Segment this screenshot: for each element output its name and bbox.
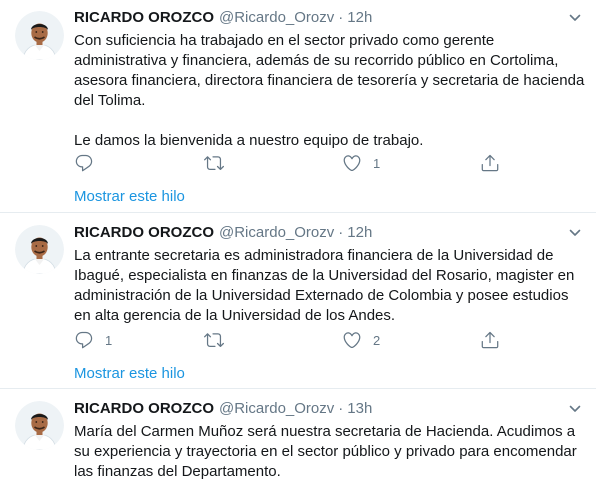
tweet-header: RICARDO OROZCO @Ricardo_Orozv · 13h (74, 399, 372, 419)
author-name[interactable]: RICARDO OROZCO (74, 8, 214, 28)
tweet-header: RICARDO OROZCO @Ricardo_Orozv · 12h (74, 223, 372, 243)
retweet-button[interactable] (204, 153, 235, 173)
tweet-text-line: del Tolima. (74, 92, 146, 109)
tweet-text: La entrante secretaria es administradora… (74, 246, 586, 326)
tweet-text-line: las finanzas del Departamento. (74, 463, 281, 480)
tweet-header: RICARDO OROZCO @Ricardo_Orozv · 12h (74, 8, 372, 28)
tweet-text-line: en alta gerencia de la Universidad de lo… (74, 307, 396, 324)
tweet[interactable]: RICARDO OROZCO @Ricardo_Orozv · 12h Con … (0, 0, 596, 212)
share-button[interactable] (480, 153, 500, 173)
chevron-down-icon[interactable] (568, 402, 582, 416)
like-count: 2 (373, 332, 381, 348)
timestamp[interactable]: 13h (347, 399, 372, 419)
tweet-text-line: su experiencia y trayectoria en el secto… (74, 443, 577, 460)
tweet-text-line: asesora financiera, directora financiera… (74, 72, 585, 89)
tweet-text: Con suficiencia ha trabajado en el secto… (74, 31, 586, 151)
reply-icon (74, 153, 94, 173)
tweet-actions: 1 (74, 153, 514, 173)
chevron-down-icon[interactable] (568, 226, 582, 240)
reply-button[interactable]: 1 (74, 330, 112, 350)
tweet-text: María del Carmen Muñoz será nuestra secr… (74, 422, 586, 481)
author-handle[interactable]: @Ricardo_Orozv (219, 399, 334, 419)
tweet-text-line: Ibagué, especialista en finanzas de la U… (74, 267, 575, 284)
share-icon (480, 153, 500, 173)
share-button[interactable] (480, 330, 500, 350)
tweet-text-line: administrativa y financiera, además de s… (74, 52, 559, 69)
avatar[interactable] (15, 401, 64, 450)
tweet-text-line: Le damos la bienvenida a nuestro equipo … (74, 132, 424, 149)
separator: · (338, 400, 344, 417)
separator: · (338, 224, 344, 241)
heart-icon (342, 153, 362, 173)
author-handle[interactable]: @Ricardo_Orozv (219, 223, 334, 243)
retweet-icon (204, 330, 224, 350)
avatar[interactable] (15, 225, 64, 274)
show-thread-link[interactable]: Mostrar este hilo (74, 364, 185, 384)
like-count: 1 (373, 155, 381, 171)
avatar[interactable] (15, 11, 64, 60)
author-handle[interactable]: @Ricardo_Orozv (219, 8, 334, 28)
retweet-button[interactable] (204, 330, 235, 350)
author-name[interactable]: RICARDO OROZCO (74, 223, 214, 243)
author-name[interactable]: RICARDO OROZCO (74, 399, 214, 419)
tweet-text-line: administración de la Universidad Externa… (74, 287, 569, 304)
chevron-down-icon[interactable] (568, 11, 582, 25)
heart-icon (342, 330, 362, 350)
reply-icon (74, 330, 94, 350)
timestamp[interactable]: 12h (347, 223, 372, 243)
tweet-actions: 1 2 (74, 330, 514, 350)
like-button[interactable]: 2 (342, 330, 380, 350)
tweet-text-line: Con suficiencia ha trabajado en el secto… (74, 32, 495, 49)
share-icon (480, 330, 500, 350)
tweet-text-line: La entrante secretaria es administradora… (74, 247, 554, 264)
reply-count: 1 (105, 332, 113, 348)
tweet[interactable]: RICARDO OROZCO @Ricardo_Orozv · 13h Marí… (0, 389, 596, 481)
tweet-text-line: María del Carmen Muñoz será nuestra secr… (74, 423, 576, 440)
show-thread-link[interactable]: Mostrar este hilo (74, 187, 185, 207)
reply-button[interactable] (74, 153, 105, 173)
retweet-icon (204, 153, 224, 173)
timestamp[interactable]: 12h (347, 8, 372, 28)
tweet[interactable]: RICARDO OROZCO @Ricardo_Orozv · 12h La e… (0, 213, 596, 388)
like-button[interactable]: 1 (342, 153, 380, 173)
separator: · (338, 9, 344, 26)
